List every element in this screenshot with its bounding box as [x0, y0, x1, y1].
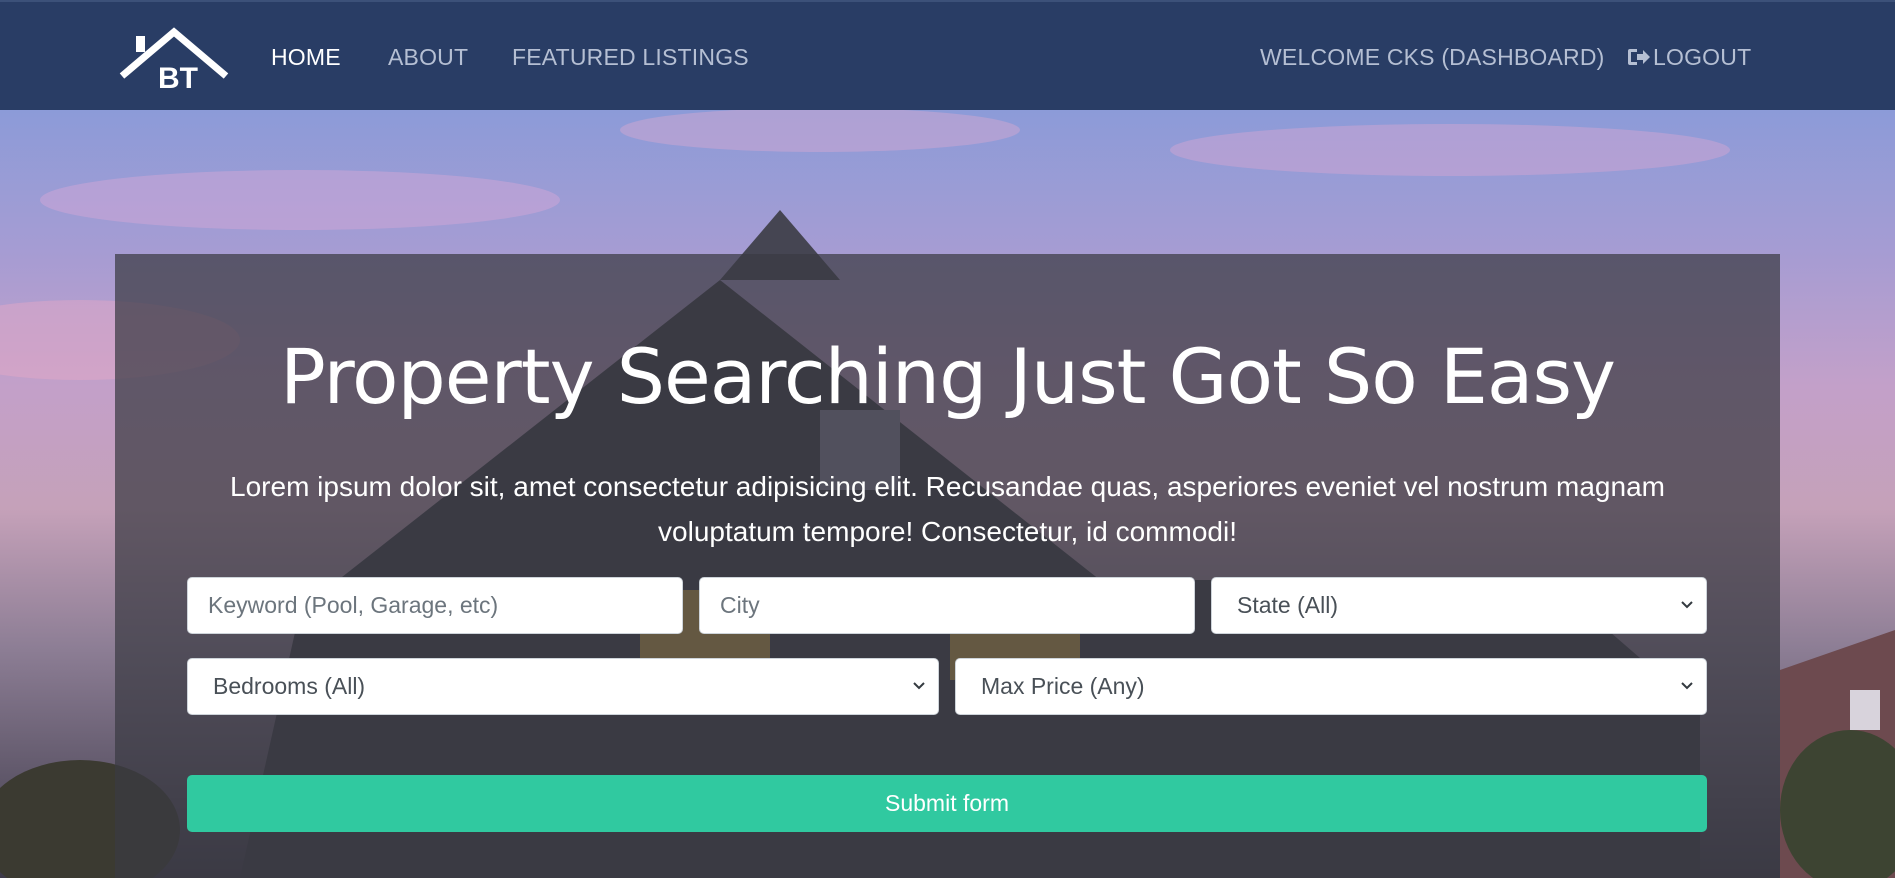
bedrooms-select[interactable]: Bedrooms (All) — [187, 658, 939, 715]
hero-headline: Property Searching Just Got So Easy — [279, 332, 1616, 421]
hero-section: Property Searching Just Got So Easy Lore… — [0, 110, 1895, 878]
submit-button[interactable]: Submit form — [187, 775, 1707, 832]
chevron-down-icon — [913, 682, 925, 690]
navbar: BT HOME ABOUT FEATURED LISTINGS WELCOME … — [0, 0, 1895, 110]
nav-about-link[interactable]: ABOUT — [388, 44, 468, 71]
nav-home-link[interactable]: HOME — [271, 44, 341, 71]
svg-text:BT: BT — [158, 62, 198, 90]
logo-icon[interactable]: BT — [118, 26, 230, 90]
chevron-down-icon — [1681, 682, 1693, 690]
state-select[interactable]: State (All) — [1211, 577, 1707, 634]
nav-featured-listings-link[interactable]: FEATURED LISTINGS — [512, 44, 749, 71]
keyword-input[interactable]: Keyword (Pool, Garage, etc) — [187, 577, 683, 634]
max-price-select-value: Max Price (Any) — [981, 673, 1145, 699]
bedrooms-select-value: Bedrooms (All) — [213, 673, 366, 699]
search-panel: Property Searching Just Got So Easy Lore… — [115, 254, 1780, 878]
logout-link[interactable]: LOGOUT — [1627, 44, 1751, 71]
city-input[interactable]: City — [699, 577, 1195, 634]
logout-label: LOGOUT — [1653, 44, 1752, 70]
state-select-value: State (All) — [1237, 592, 1338, 618]
hero-lead-text: Lorem ipsum dolor sit, amet consectetur … — [230, 471, 1665, 547]
dashboard-link[interactable]: WELCOME CKS (DASHBOARD) — [1260, 44, 1605, 71]
sign-out-icon — [1628, 49, 1650, 65]
max-price-select[interactable]: Max Price (Any) — [955, 658, 1707, 715]
chevron-down-icon — [1681, 601, 1693, 609]
